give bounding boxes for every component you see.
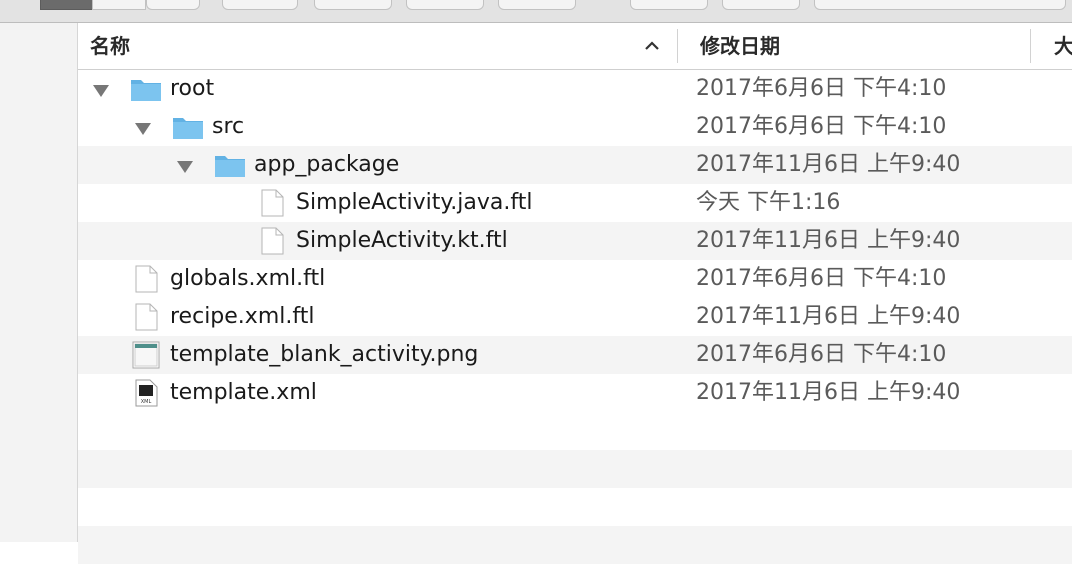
modified-date: 2017年11月6日 上午9:40	[696, 152, 961, 177]
xml-file-icon: XML	[135, 379, 158, 407]
image-file-icon	[132, 341, 160, 369]
file-name: src	[212, 114, 245, 139]
sidebar	[0, 23, 78, 542]
modified-date: 2017年6月6日 下午4:10	[696, 114, 947, 139]
view-mode-button[interactable]	[146, 0, 200, 10]
search-input[interactable]	[814, 0, 1066, 10]
file-row[interactable]: template_blank_activity.png 2017年6月6日 下午…	[78, 336, 1072, 374]
toolbar	[0, 0, 1072, 23]
empty-row	[78, 488, 1072, 526]
disclosure-triangle-icon[interactable]	[93, 85, 109, 97]
empty-row	[78, 412, 1072, 450]
file-row[interactable]: SimpleActivity.kt.ftl 2017年11月6日 上午9:40	[78, 222, 1072, 260]
modified-date: 2017年11月6日 上午9:40	[696, 228, 961, 253]
folder-icon	[131, 80, 161, 101]
document-icon	[135, 265, 158, 293]
folder-icon	[173, 118, 203, 139]
disclosure-triangle-icon[interactable]	[135, 123, 151, 135]
modified-date: 2017年11月6日 上午9:40	[696, 380, 961, 405]
modified-date: 今天 下午1:16	[696, 190, 841, 215]
file-name: SimpleActivity.java.ftl	[296, 190, 533, 215]
file-row[interactable]: app_package 2017年11月6日 上午9:40	[78, 146, 1072, 184]
document-icon	[261, 227, 284, 255]
empty-row	[78, 450, 1072, 488]
modified-date: 2017年6月6日 下午4:10	[696, 342, 947, 367]
toolbar-button[interactable]	[630, 0, 708, 10]
size-column-header[interactable]: 大	[1054, 23, 1072, 69]
file-name: app_package	[254, 152, 400, 177]
name-column-header[interactable]: 名称	[90, 23, 130, 69]
column-divider[interactable]	[677, 29, 678, 63]
view-mode-button[interactable]	[40, 0, 94, 10]
file-name: SimpleActivity.kt.ftl	[296, 228, 508, 253]
column-header: 名称 修改日期 大	[78, 23, 1072, 70]
file-row[interactable]: XML template.xml 2017年11月6日 上午9:40	[78, 374, 1072, 412]
toolbar-button[interactable]	[722, 0, 800, 10]
document-icon	[261, 189, 284, 217]
file-row[interactable]: src 2017年6月6日 下午4:10	[78, 108, 1072, 146]
file-name: template.xml	[170, 380, 317, 405]
share-button[interactable]	[406, 0, 484, 10]
modified-date: 2017年11月6日 上午9:40	[696, 304, 961, 329]
file-list: root 2017年6月6日 下午4:10 src 2017年6月6日 下午4:…	[78, 70, 1072, 564]
file-row[interactable]: root 2017年6月6日 下午4:10	[78, 70, 1072, 108]
sort-ascending-icon[interactable]	[644, 41, 660, 51]
file-row[interactable]: globals.xml.ftl 2017年6月6日 下午4:10	[78, 260, 1072, 298]
disclosure-triangle-icon[interactable]	[177, 161, 193, 173]
empty-row	[78, 526, 1072, 564]
date-column-header[interactable]: 修改日期	[700, 23, 780, 69]
folder-icon	[215, 156, 245, 177]
action-button[interactable]	[314, 0, 392, 10]
arrange-button[interactable]	[222, 0, 298, 10]
file-name: globals.xml.ftl	[170, 266, 326, 291]
file-row[interactable]: recipe.xml.ftl 2017年11月6日 上午9:40	[78, 298, 1072, 336]
file-name: recipe.xml.ftl	[170, 304, 315, 329]
modified-date: 2017年6月6日 下午4:10	[696, 266, 947, 291]
file-name: template_blank_activity.png	[170, 342, 479, 367]
column-divider[interactable]	[1030, 29, 1031, 63]
tags-button[interactable]	[498, 0, 576, 10]
file-row[interactable]: SimpleActivity.java.ftl 今天 下午1:16	[78, 184, 1072, 222]
document-icon	[135, 303, 158, 331]
file-name: root	[170, 76, 215, 101]
view-mode-button[interactable]	[92, 0, 146, 10]
svg-text:XML: XML	[141, 399, 152, 405]
modified-date: 2017年6月6日 下午4:10	[696, 76, 947, 101]
